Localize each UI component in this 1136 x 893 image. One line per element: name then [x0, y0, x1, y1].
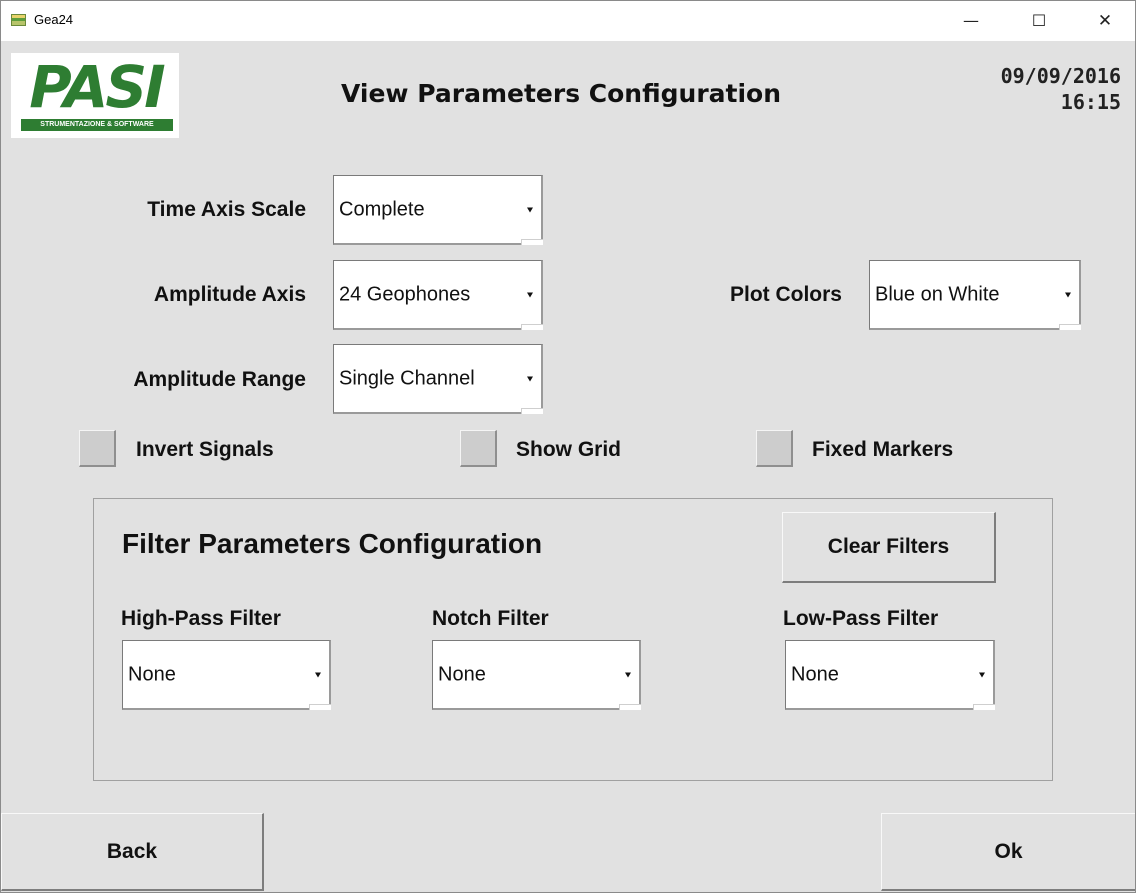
plot-colors-label: Plot Colors: [729, 283, 842, 306]
amplitude-axis-value: 24 Geophones: [339, 283, 471, 305]
combo-corner: [521, 324, 543, 330]
back-label: Back: [106, 839, 158, 863]
time-axis-scale-value: Complete: [339, 198, 425, 220]
app-icon: [11, 14, 26, 26]
notch-filter-label: Notch Filter: [432, 607, 549, 630]
high-pass-filter-label: High-Pass Filter: [121, 607, 281, 630]
show-grid-checkbox[interactable]: [460, 430, 497, 467]
high-pass-filter-select[interactable]: None: [122, 640, 331, 710]
app-window: Gea24 — ☐ ✕ PASI STRUMENTAZIONE & SOFTWA…: [0, 0, 1136, 893]
logo-tagline: STRUMENTAZIONE & SOFTWARE: [21, 119, 173, 131]
title-bar: Gea24 — ☐ ✕: [1, 1, 1135, 41]
chevron-down-icon: [315, 672, 321, 677]
datetime-display: 09/09/2016 16:15: [1001, 63, 1121, 115]
notch-filter-value: None: [438, 663, 486, 685]
invert-signals-checkbox[interactable]: [79, 430, 116, 467]
amplitude-range-label: Amplitude Range: [133, 368, 306, 391]
combo-corner: [1059, 324, 1081, 330]
fixed-markers-checkbox[interactable]: [756, 430, 793, 467]
time-axis-scale-select[interactable]: Complete: [333, 175, 543, 245]
low-pass-filter-select[interactable]: None: [785, 640, 995, 710]
close-button[interactable]: ✕: [1082, 1, 1128, 41]
combo-corner: [619, 704, 641, 710]
show-grid-label: Show Grid: [516, 438, 621, 461]
chevron-down-icon: [527, 376, 533, 381]
plot-colors-value: Blue on White: [875, 283, 1000, 305]
time-text: 16:15: [1060, 90, 1121, 114]
low-pass-filter-label: Low-Pass Filter: [783, 607, 939, 630]
maximize-button[interactable]: ☐: [1016, 1, 1062, 41]
chevron-down-icon: [1065, 292, 1071, 297]
combo-corner: [309, 704, 331, 710]
notch-filter-select[interactable]: None: [432, 640, 641, 710]
ok-label: Ok: [994, 839, 1023, 863]
amplitude-range-select[interactable]: Single Channel: [333, 344, 543, 414]
high-pass-filter-value: None: [128, 663, 176, 685]
date-text: 09/09/2016: [1000, 64, 1121, 88]
chevron-down-icon: [527, 292, 533, 297]
amplitude-range-value: Single Channel: [339, 367, 475, 389]
page-title: View Parameters Configuration: [341, 79, 782, 108]
window-title: Gea24: [34, 12, 74, 27]
combo-corner: [973, 704, 995, 710]
chevron-down-icon: [979, 672, 985, 677]
combo-corner: [521, 408, 543, 414]
time-axis-scale-label: Time Axis Scale: [147, 198, 306, 221]
pasi-logo: PASI STRUMENTAZIONE & SOFTWARE: [11, 53, 179, 138]
logo-wordmark: PASI: [29, 53, 165, 121]
minimize-button[interactable]: —: [948, 1, 994, 41]
clear-filters-button[interactable]: Clear Filters: [782, 512, 996, 583]
invert-signals-label: Invert Signals: [136, 438, 274, 461]
amplitude-axis-label: Amplitude Axis: [153, 283, 306, 306]
fixed-markers-label: Fixed Markers: [812, 438, 954, 461]
amplitude-axis-select[interactable]: 24 Geophones: [333, 260, 543, 330]
ok-button[interactable]: Ok: [881, 813, 1135, 891]
combo-corner: [521, 239, 543, 245]
filter-panel-title: Filter Parameters Configuration: [122, 528, 543, 559]
low-pass-filter-value: None: [791, 663, 839, 685]
plot-colors-select[interactable]: Blue on White: [869, 260, 1081, 330]
chevron-down-icon: [527, 207, 533, 212]
clear-filters-label: Clear Filters: [827, 535, 950, 558]
back-button[interactable]: Back: [1, 813, 264, 891]
chevron-down-icon: [625, 672, 631, 677]
